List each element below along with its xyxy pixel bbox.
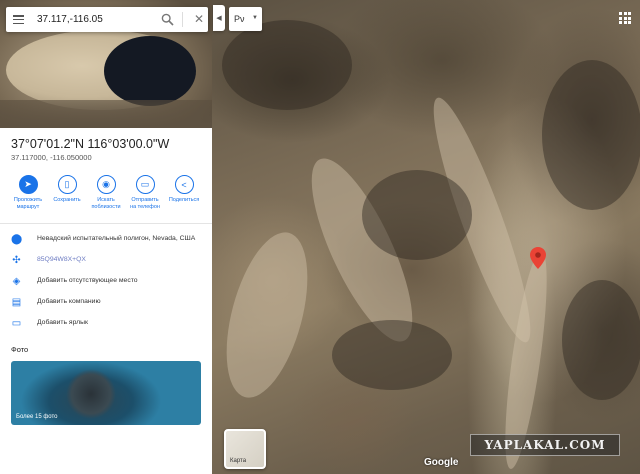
plus-code-icon: ✣ [12, 255, 21, 266]
coordinates-title: 37°07'01.2"N 116°03'00.0"W [11, 137, 170, 151]
add-business-row[interactable]: ▤ Добавить компанию [11, 297, 206, 309]
add-place-row[interactable]: ◈ Добавить отсутствующее место [11, 276, 206, 288]
directions-button[interactable]: ➤ Проложить маршрут [10, 175, 46, 211]
caret-down-icon: ▼ [252, 15, 258, 21]
photos-heading: Фото [11, 345, 29, 354]
apps-grid-icon[interactable] [619, 12, 631, 24]
satellite-map[interactable] [212, 0, 640, 474]
share-label: Поделиться [168, 197, 200, 203]
menu-icon[interactable] [13, 15, 24, 25]
label-icon: ▭ [11, 318, 22, 329]
location-pin-marker[interactable] [530, 247, 546, 269]
coordinates-decimal: 37.117000, -116.050000 [11, 153, 92, 162]
map-layer-toggle[interactable]: Карта [224, 429, 266, 469]
search-input[interactable]: 37.117,-116.05 [37, 14, 103, 25]
close-icon[interactable]: ✕ [194, 12, 204, 26]
plus-code-text: 85Q94W8X+QX [37, 256, 86, 263]
share-icon: < [174, 175, 194, 194]
add-place-text: Добавить отсутствующее место [37, 277, 138, 284]
more-photos-label: Более 15 фото [16, 414, 58, 420]
nearby-label: Искать [97, 197, 115, 203]
search-box[interactable]: 37.117,-116.05 ✕ [6, 7, 208, 32]
place-panel: 37.117,-116.05 ✕ 37°07'01.2"N 116°03'00.… [0, 0, 212, 474]
save-button[interactable]: ▯ Сохранить [49, 175, 85, 204]
action-bar: ➤ Проложить маршрут ▯ Сохранить ◉ Искать п… [8, 175, 204, 221]
address-row[interactable]: ⬤ Невадский испытательный полигон, Nevad… [11, 234, 206, 246]
layer-dropdown-value: Рν [234, 14, 245, 24]
address-text: Невадский испытательный полигон, Nevada,… [37, 235, 196, 242]
chevron-left-icon: ◀ [216, 15, 222, 22]
share-button[interactable]: < Поделиться [166, 175, 202, 204]
send-to-phone-label-2: на телефон [130, 204, 160, 210]
plus-code-row[interactable]: ✣ 85Q94W8X+QX [11, 255, 206, 267]
google-attribution: Google [424, 457, 459, 468]
nearby-label-2: поблизости [91, 204, 121, 210]
add-label-row[interactable]: ▭ Добавить ярлык [11, 318, 206, 330]
add-place-icon: ◈ [12, 276, 21, 287]
minimap-label: Карта [230, 458, 247, 464]
nearby-icon: ◉ [96, 175, 116, 194]
save-label: Сохранить [53, 197, 81, 203]
send-to-phone-icon: ▭ [135, 175, 155, 194]
directions-icon: ➤ [18, 175, 38, 194]
photo-thumbnail[interactable]: Более 15 фото [11, 361, 201, 425]
layer-dropdown[interactable]: Рν ▼ [229, 7, 262, 31]
add-label-text: Добавить ярлык [37, 319, 88, 326]
add-business-text: Добавить компанию [37, 298, 101, 305]
search-icon[interactable] [161, 13, 174, 26]
divider [0, 223, 212, 224]
location-pin-icon: ⬤ [11, 234, 23, 245]
collapse-panel-button[interactable]: ◀ [213, 5, 225, 31]
send-to-phone-button[interactable]: ▭ Отправить на телефон [127, 175, 163, 211]
send-to-phone-label: Отправить [131, 197, 159, 203]
watermark: YAPLAKAL.COM [470, 434, 620, 456]
nearby-button[interactable]: ◉ Искать поблизости [88, 175, 124, 211]
directions-label: Проложить [13, 197, 43, 203]
business-icon: ▤ [11, 297, 22, 308]
bookmark-icon: ▯ [57, 175, 77, 194]
directions-label-2: маршрут [16, 204, 40, 210]
